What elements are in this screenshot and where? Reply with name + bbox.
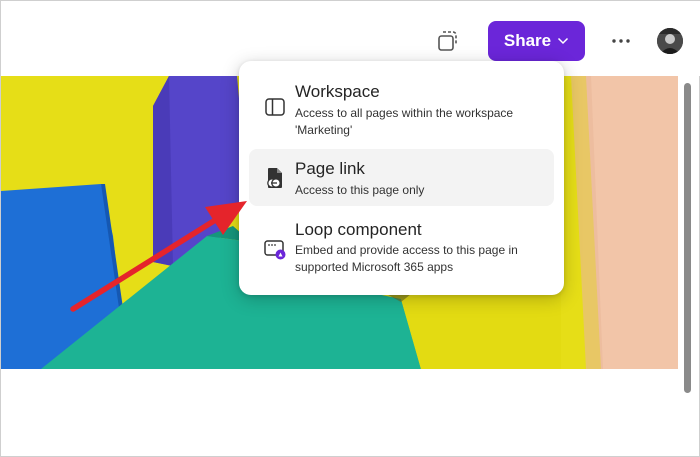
avatar[interactable] (657, 28, 683, 54)
share-option-loop-component[interactable]: Loop component Embed and provide access … (249, 209, 554, 287)
menu-item-title: Page link (295, 159, 365, 178)
loop-component-icon (264, 240, 286, 260)
share-button[interactable]: Share (488, 21, 585, 61)
panel-left-icon (265, 98, 285, 116)
menu-item-title: Loop component (295, 220, 422, 239)
page-link-icon (267, 168, 282, 188)
share-menu: Workspace Access to all pages within the… (239, 61, 564, 295)
menu-item-description: Access to all pages within the workspace… (295, 106, 514, 137)
copy-frame-icon[interactable] (435, 28, 461, 54)
share-option-workspace[interactable]: Workspace Access to all pages within the… (249, 71, 554, 151)
menu-item-description: Access to this page only (295, 183, 425, 197)
more-options-button[interactable] (607, 31, 635, 51)
scrollbar-thumb[interactable] (684, 83, 691, 393)
share-option-page-link[interactable]: Page link Access to this page only (249, 149, 554, 206)
chevron-down-icon (558, 37, 569, 45)
menu-item-description: Embed and provide access to this page in… (295, 243, 518, 274)
share-button-label: Share (503, 31, 552, 50)
more-horizontal-icon (612, 39, 630, 43)
menu-item-title: Workspace (295, 82, 380, 101)
